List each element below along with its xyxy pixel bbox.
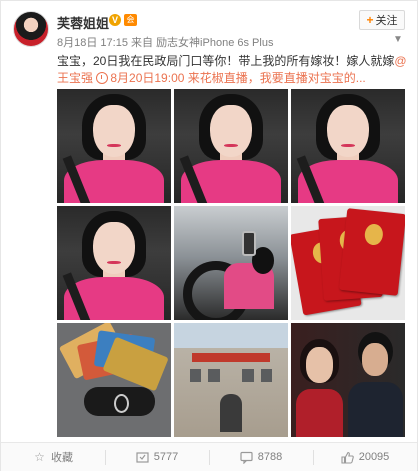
photo-couple-poster[interactable] bbox=[291, 323, 405, 437]
comment-count: 8788 bbox=[257, 451, 283, 463]
photo-grid bbox=[57, 89, 405, 437]
photo-bank-cards-car-key[interactable] bbox=[57, 323, 171, 437]
post-text-body: 宝宝，20日我在民政局门口等你！带上我的所有嫁妆！嫁人就嫁 bbox=[57, 54, 395, 68]
chevron-down-icon[interactable]: ▼ bbox=[393, 35, 403, 45]
thumbs-up-icon bbox=[341, 451, 354, 464]
source-prefix: 来自 bbox=[131, 37, 153, 49]
plus-icon: + bbox=[366, 13, 374, 27]
favorite-label: 收藏 bbox=[51, 452, 73, 464]
like-button[interactable]: 20095 bbox=[313, 443, 417, 471]
photo-car-driving[interactable] bbox=[174, 206, 288, 320]
avatar[interactable] bbox=[13, 11, 49, 47]
clock-icon bbox=[96, 72, 109, 84]
author-name[interactable]: 芙蓉姐姐 bbox=[57, 13, 109, 32]
photo-marriage-certificates[interactable] bbox=[291, 206, 405, 320]
comment-button[interactable]: 8788 bbox=[209, 443, 313, 471]
like-count: 20095 bbox=[358, 451, 390, 463]
repost-icon bbox=[136, 451, 149, 464]
star-icon: ☆ bbox=[34, 449, 45, 464]
post-source[interactable]: 励志女神iPhone 6s Plus bbox=[156, 37, 273, 49]
photo-selfie-car-1[interactable] bbox=[57, 89, 171, 203]
photo-civil-affairs-bureau[interactable] bbox=[174, 323, 288, 437]
weibo-post-card: 芙蓉姐姐 V 会 8月18日 17:15 来自 励志女神iPhone 6s Pl… bbox=[0, 0, 418, 471]
post-date[interactable]: 8月18日 17:15 bbox=[57, 37, 128, 49]
event-link-label: 8月20日19:00 来花椒直播，我要直播对宝宝的... bbox=[110, 71, 366, 85]
vip-badge-icon: 会 bbox=[124, 14, 137, 26]
repost-button[interactable]: 5777 bbox=[105, 443, 209, 471]
follow-label: 关注 bbox=[375, 15, 398, 27]
post-text: 宝宝，20日我在民政局门口等你！带上我的所有嫁妆！嫁人就嫁@王宝强 8月20日1… bbox=[57, 53, 407, 87]
photo-selfie-car-2[interactable] bbox=[174, 89, 288, 203]
photo-selfie-car-4[interactable] bbox=[57, 206, 171, 320]
comment-icon bbox=[240, 451, 253, 464]
post-meta: 8月18日 17:15 来自 励志女神iPhone 6s Plus bbox=[57, 34, 273, 50]
photo-selfie-car-3[interactable] bbox=[291, 89, 405, 203]
repost-count: 5777 bbox=[153, 451, 179, 463]
action-bar: ☆ 收藏 5777 8788 20095 bbox=[1, 442, 417, 471]
event-link[interactable]: 8月20日19:00 来花椒直播，我要直播对宝宝的... bbox=[96, 71, 366, 85]
favorite-button[interactable]: ☆ 收藏 bbox=[1, 443, 105, 471]
verified-badge-icon: V bbox=[109, 14, 121, 26]
follow-button[interactable]: + 关注 bbox=[359, 10, 405, 30]
